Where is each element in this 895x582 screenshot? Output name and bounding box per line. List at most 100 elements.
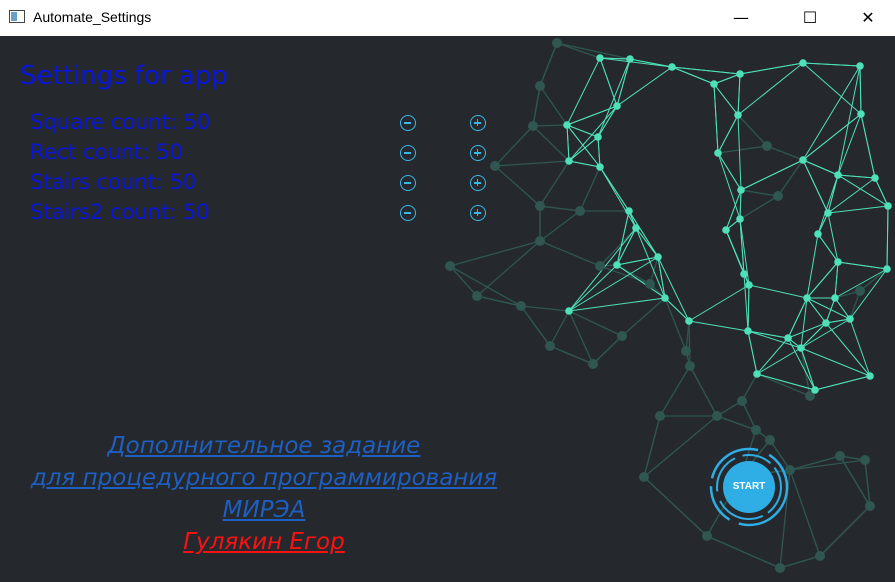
network-edge — [819, 505, 871, 557]
rect-decrement-button[interactable] — [400, 145, 416, 161]
stairs2-count-label: Stairs2 count: 50 — [30, 200, 210, 224]
maximize-button[interactable]: ☐ — [787, 0, 833, 36]
network-node — [617, 331, 627, 341]
network-edge — [539, 42, 558, 87]
counter-row-stairs: Stairs count: 50 — [30, 170, 510, 198]
network-node — [528, 121, 538, 131]
network-edge — [777, 159, 804, 197]
network-node — [773, 191, 783, 201]
network-node — [563, 121, 571, 129]
rect-increment-button[interactable] — [470, 145, 486, 161]
network-edge — [592, 335, 623, 365]
square-increment-button[interactable] — [470, 115, 486, 131]
minus-circle-icon — [404, 122, 411, 124]
network-edge — [859, 65, 862, 115]
stairs-decrement-button[interactable] — [400, 175, 416, 191]
start-button[interactable]: START — [723, 461, 775, 513]
network-edge — [739, 62, 804, 75]
window-title: Automate_Settings — [33, 9, 152, 25]
network-node — [855, 286, 865, 296]
stairs2-increment-button[interactable] — [470, 205, 486, 221]
network-edge — [616, 227, 637, 266]
network-edge — [597, 136, 601, 168]
network-edge — [802, 62, 861, 67]
stairs2-decrement-button[interactable] — [400, 205, 416, 221]
network-edge — [599, 166, 637, 229]
network-edge — [566, 57, 601, 126]
network-edge — [568, 310, 623, 337]
network-edge — [449, 265, 478, 297]
network-edge — [568, 264, 618, 312]
window-app-icon — [9, 10, 25, 23]
network-edge — [713, 83, 719, 154]
network-edge — [717, 114, 739, 154]
network-edge — [549, 310, 570, 347]
network-edge — [737, 62, 804, 116]
minus-circle-icon — [404, 212, 411, 214]
network-node — [639, 472, 649, 482]
close-button[interactable]: ✕ — [845, 0, 891, 36]
network-node — [613, 102, 621, 110]
network-edge — [739, 189, 742, 220]
network-edge — [779, 555, 821, 569]
network-edge — [597, 105, 618, 138]
network-edge — [860, 113, 876, 179]
network-edge — [817, 174, 839, 235]
network-edge — [837, 261, 888, 270]
network-edge — [643, 476, 708, 537]
network-edge — [802, 159, 839, 176]
start-button-wrap[interactable]: START — [707, 445, 791, 529]
network-edge — [621, 297, 666, 337]
minimize-button[interactable]: — — [718, 0, 764, 36]
network-node — [552, 38, 562, 48]
network-node — [655, 411, 665, 421]
network-node — [740, 270, 748, 278]
network-node — [797, 344, 805, 352]
network-edge — [806, 261, 839, 299]
network-edge — [740, 159, 804, 191]
network-edge — [532, 85, 541, 127]
network-edge — [849, 318, 871, 377]
network-edge — [539, 160, 570, 207]
title-bar: Automate_Settings — ☐ ✕ — [0, 0, 895, 36]
minus-circle-icon — [404, 182, 411, 184]
network-node — [883, 265, 891, 273]
network-node — [762, 141, 772, 151]
plus-vertical-stroke — [476, 119, 479, 126]
assignment-link-line1[interactable]: Дополнительное задание — [0, 430, 528, 462]
assignment-link-line3[interactable]: МИРЭА — [0, 494, 528, 526]
network-node — [596, 163, 604, 171]
network-node — [824, 209, 832, 217]
counter-row-stairs2: Stairs2 count: 50 — [30, 200, 510, 228]
network-edge — [737, 114, 742, 191]
network-edge — [706, 535, 781, 569]
network-node — [736, 70, 744, 78]
assignment-info: Дополнительное задание для процедурного … — [0, 430, 528, 558]
author-link[interactable]: Гулякин Егор — [0, 526, 528, 558]
network-edge — [747, 284, 750, 332]
network-node — [565, 307, 573, 315]
network-node — [565, 157, 573, 165]
network-edge — [520, 305, 570, 312]
network-node — [613, 261, 621, 269]
network-edge — [806, 297, 827, 324]
network-node — [745, 281, 753, 289]
network-node — [626, 55, 634, 63]
network-edge — [849, 268, 888, 320]
network-node — [884, 202, 892, 210]
network-node — [751, 425, 761, 435]
network-edge — [802, 159, 829, 214]
network-node — [753, 370, 761, 378]
network-edge — [806, 233, 819, 299]
network-edge — [532, 125, 570, 162]
network-edge — [837, 174, 876, 179]
network-edge — [568, 136, 599, 162]
assignment-link-line2[interactable]: для процедурного программирования — [0, 462, 528, 494]
network-node — [834, 171, 842, 179]
square-decrement-button[interactable] — [400, 115, 416, 131]
square-count-label: Square count: 50 — [30, 110, 211, 134]
rect-count-label: Rect count: 50 — [30, 140, 183, 164]
network-node — [661, 294, 669, 302]
network-edge — [800, 347, 871, 377]
stairs-increment-button[interactable] — [470, 175, 486, 191]
